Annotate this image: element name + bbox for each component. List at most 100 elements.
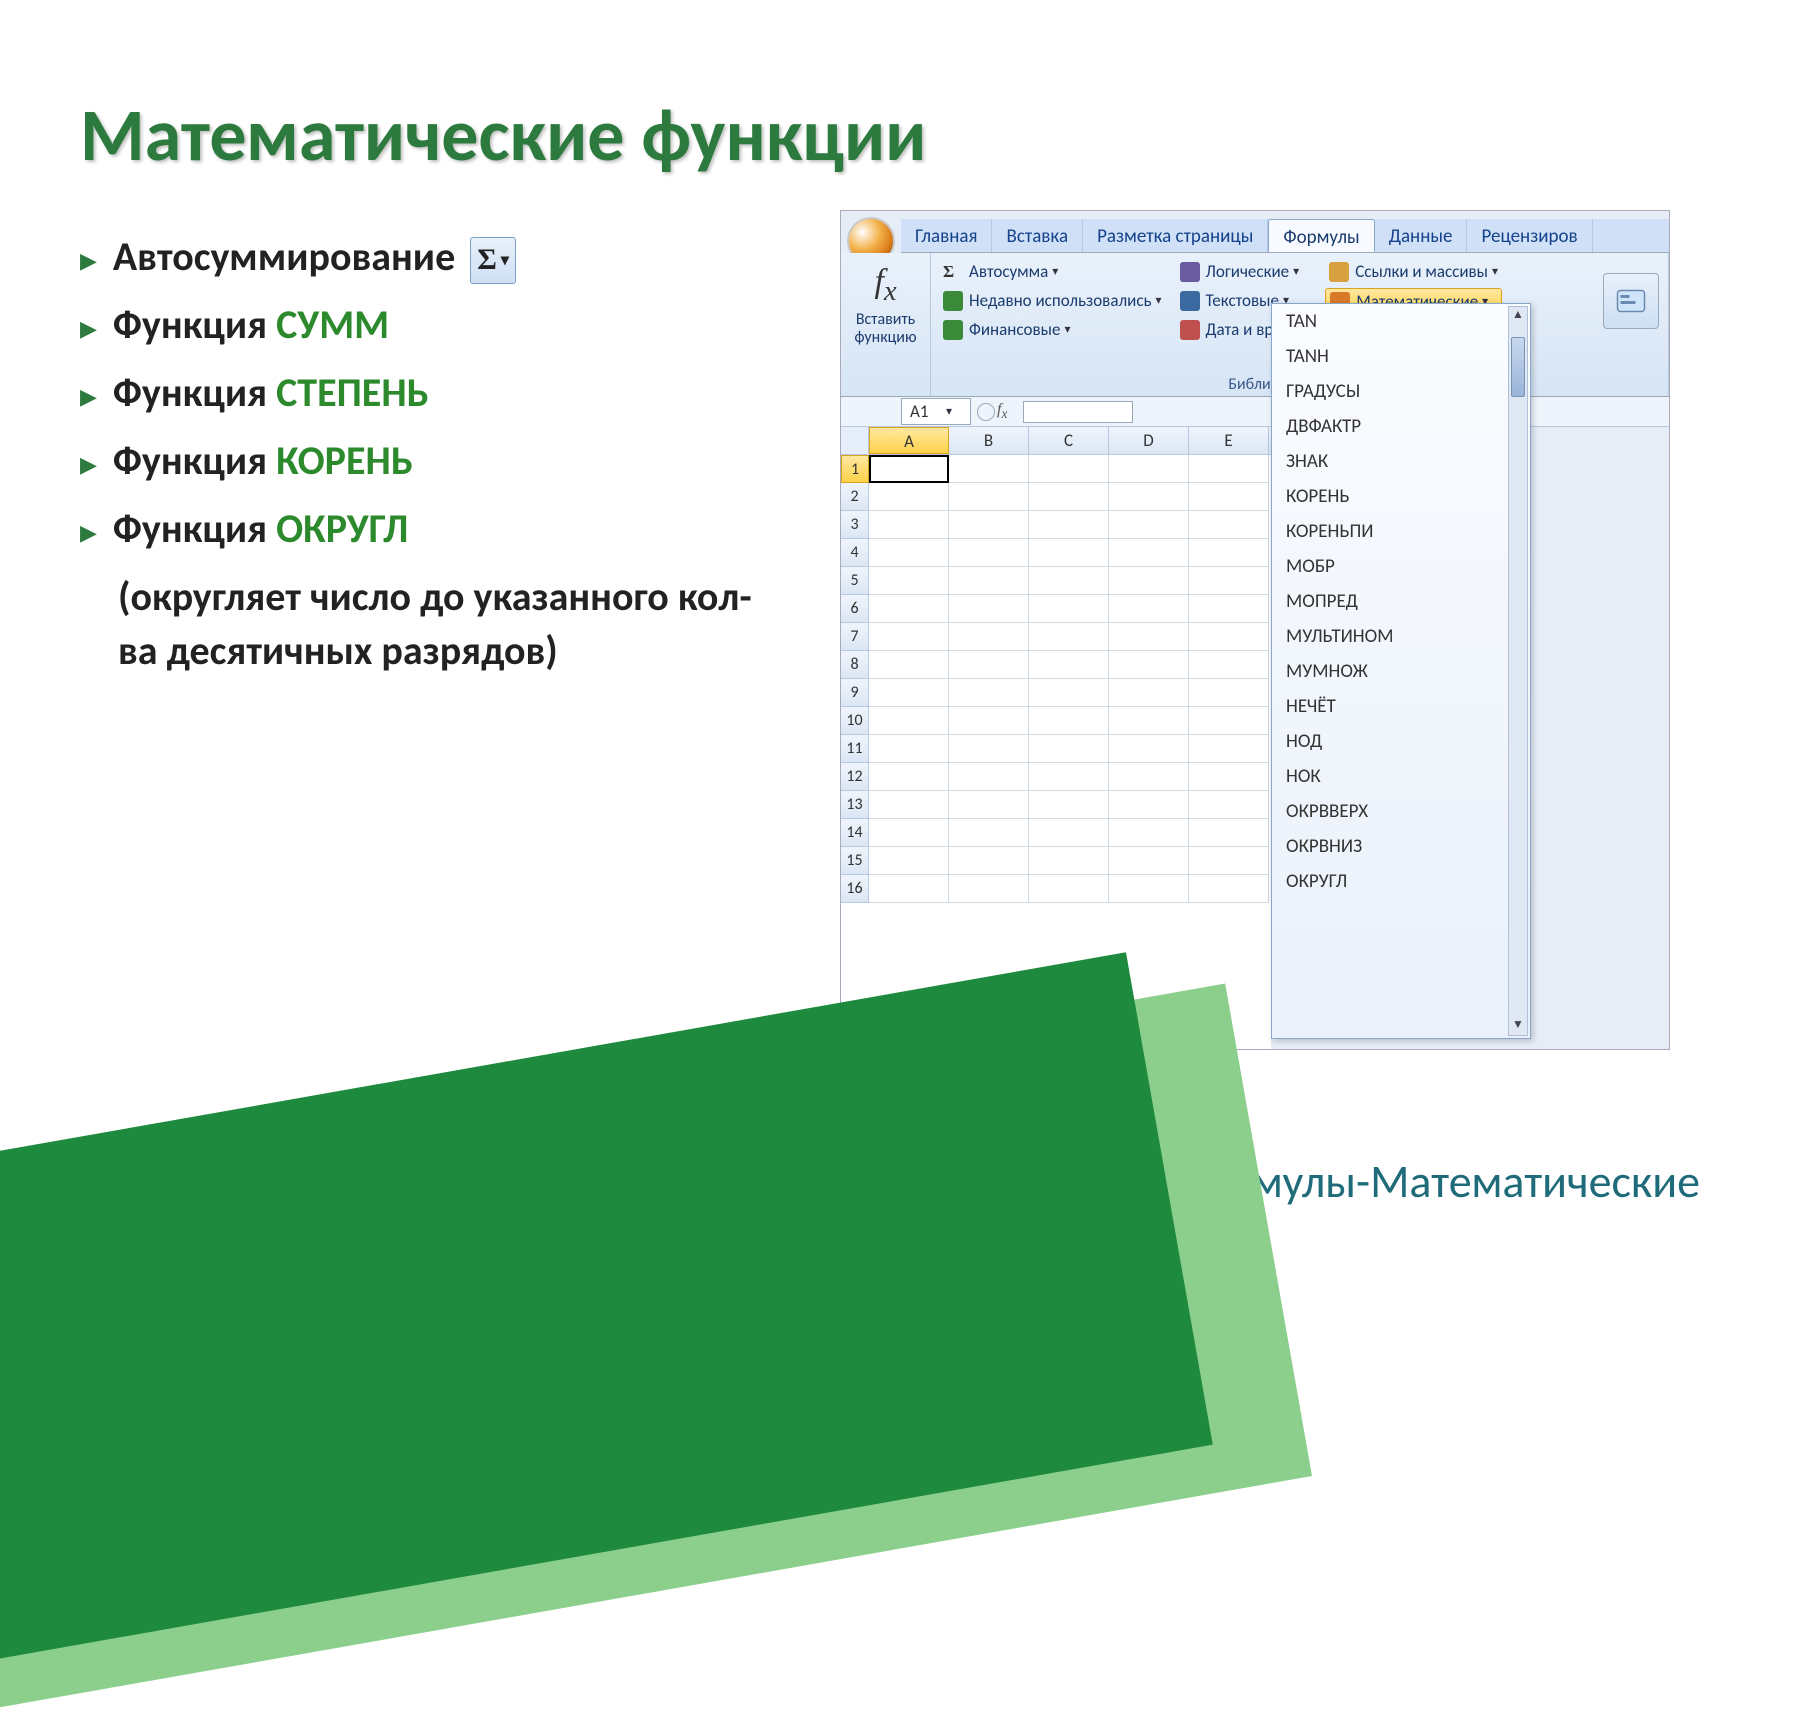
cell[interactable] <box>1109 735 1189 763</box>
cell[interactable] <box>1109 511 1189 539</box>
name-manager-button[interactable] <box>1603 273 1659 329</box>
cell[interactable] <box>1029 819 1109 847</box>
row-header[interactable]: 15 <box>841 847 869 875</box>
cell[interactable] <box>949 707 1029 735</box>
cell[interactable] <box>949 847 1029 875</box>
cell[interactable] <box>869 707 949 735</box>
cell[interactable] <box>1029 483 1109 511</box>
cell[interactable] <box>1189 791 1269 819</box>
tab-home[interactable]: Главная <box>901 219 992 252</box>
cell[interactable] <box>949 763 1029 791</box>
row-header[interactable]: 12 <box>841 763 869 791</box>
cell[interactable] <box>1189 847 1269 875</box>
cell[interactable] <box>1189 595 1269 623</box>
scroll-up-icon[interactable]: ▲ <box>1509 307 1527 325</box>
cell[interactable] <box>1189 483 1269 511</box>
cell[interactable] <box>949 483 1029 511</box>
cell[interactable] <box>949 791 1029 819</box>
cell[interactable] <box>1189 819 1269 847</box>
dropdown-item[interactable]: МОПРЕД <box>1272 584 1530 619</box>
cell[interactable] <box>949 455 1029 483</box>
col-header[interactable]: C <box>1029 427 1109 454</box>
cell[interactable] <box>1109 539 1189 567</box>
dropdown-item[interactable]: МОБР <box>1272 549 1530 584</box>
tab-review[interactable]: Рецензиров <box>1467 219 1592 252</box>
dropdown-item[interactable]: ЗНАК <box>1272 444 1530 479</box>
cell[interactable] <box>949 651 1029 679</box>
cell[interactable] <box>869 511 949 539</box>
ribbon-recent[interactable]: Недавно использовались▾ <box>939 288 1166 313</box>
cell[interactable] <box>949 567 1029 595</box>
cell[interactable] <box>869 455 949 483</box>
dropdown-scrollbar[interactable]: ▲ ▼ <box>1508 306 1528 1036</box>
cell[interactable] <box>869 791 949 819</box>
dropdown-item[interactable]: КОРЕНЬПИ <box>1272 514 1530 549</box>
dropdown-item[interactable]: МУМНОЖ <box>1272 654 1530 689</box>
cell[interactable] <box>1189 539 1269 567</box>
cell[interactable] <box>1109 819 1189 847</box>
col-header[interactable]: A <box>869 427 949 454</box>
cell[interactable] <box>949 623 1029 651</box>
cell[interactable] <box>1109 623 1189 651</box>
cell[interactable] <box>949 539 1029 567</box>
cell[interactable] <box>1109 875 1189 903</box>
cell[interactable] <box>1109 791 1189 819</box>
ribbon-lookup[interactable]: Ссылки и массивы▾ <box>1325 259 1502 284</box>
cell[interactable] <box>1029 511 1109 539</box>
cell[interactable] <box>1029 763 1109 791</box>
cell[interactable] <box>1109 483 1189 511</box>
cell[interactable] <box>1109 595 1189 623</box>
dropdown-item[interactable]: ДВФАКТР <box>1272 409 1530 444</box>
dropdown-item[interactable]: TANH <box>1272 339 1530 374</box>
cell[interactable] <box>1029 595 1109 623</box>
cell[interactable] <box>1189 679 1269 707</box>
row-header[interactable]: 7 <box>841 623 869 651</box>
dropdown-item[interactable]: ОКРВВЕРХ <box>1272 794 1530 829</box>
cell[interactable] <box>869 819 949 847</box>
cell[interactable] <box>949 679 1029 707</box>
cell[interactable] <box>949 511 1029 539</box>
cell[interactable] <box>1109 455 1189 483</box>
cell[interactable] <box>1029 455 1109 483</box>
cell[interactable] <box>869 875 949 903</box>
cell[interactable] <box>1109 651 1189 679</box>
cell[interactable] <box>1189 623 1269 651</box>
cell[interactable] <box>869 651 949 679</box>
cell[interactable] <box>869 539 949 567</box>
cell[interactable] <box>1029 875 1109 903</box>
row-header[interactable]: 9 <box>841 679 869 707</box>
cell[interactable] <box>869 847 949 875</box>
cell[interactable] <box>1189 455 1269 483</box>
cell[interactable] <box>1109 679 1189 707</box>
dropdown-item[interactable]: ОКРВНИЗ <box>1272 829 1530 864</box>
dropdown-item[interactable]: МУЛЬТИНОМ <box>1272 619 1530 654</box>
cell[interactable] <box>869 735 949 763</box>
row-header[interactable]: 4 <box>841 539 869 567</box>
row-header[interactable]: 2 <box>841 483 869 511</box>
insert-function-button[interactable]: fx Вставить функцию <box>849 259 922 350</box>
tab-formulas[interactable]: Формулы <box>1268 219 1374 252</box>
col-header[interactable]: D <box>1109 427 1189 454</box>
formula-input[interactable] <box>1023 401 1133 423</box>
row-header[interactable]: 10 <box>841 707 869 735</box>
row-header[interactable]: 3 <box>841 511 869 539</box>
cell[interactable] <box>869 763 949 791</box>
cell[interactable] <box>1029 679 1109 707</box>
ribbon-financial[interactable]: Финансовые▾ <box>939 317 1166 342</box>
tab-insert[interactable]: Вставка <box>992 219 1083 252</box>
col-header[interactable]: B <box>949 427 1029 454</box>
cell[interactable] <box>949 595 1029 623</box>
cancel-icon[interactable] <box>977 403 995 421</box>
scroll-thumb[interactable] <box>1511 337 1525 397</box>
cell[interactable] <box>1029 539 1109 567</box>
cell[interactable] <box>1189 763 1269 791</box>
cell[interactable] <box>869 595 949 623</box>
cell[interactable] <box>1109 707 1189 735</box>
col-header[interactable]: E <box>1189 427 1269 454</box>
row-header[interactable]: 6 <box>841 595 869 623</box>
cell[interactable] <box>1189 651 1269 679</box>
cell[interactable] <box>1029 707 1109 735</box>
cell[interactable] <box>1109 567 1189 595</box>
cell[interactable] <box>1029 735 1109 763</box>
cell[interactable] <box>1189 511 1269 539</box>
